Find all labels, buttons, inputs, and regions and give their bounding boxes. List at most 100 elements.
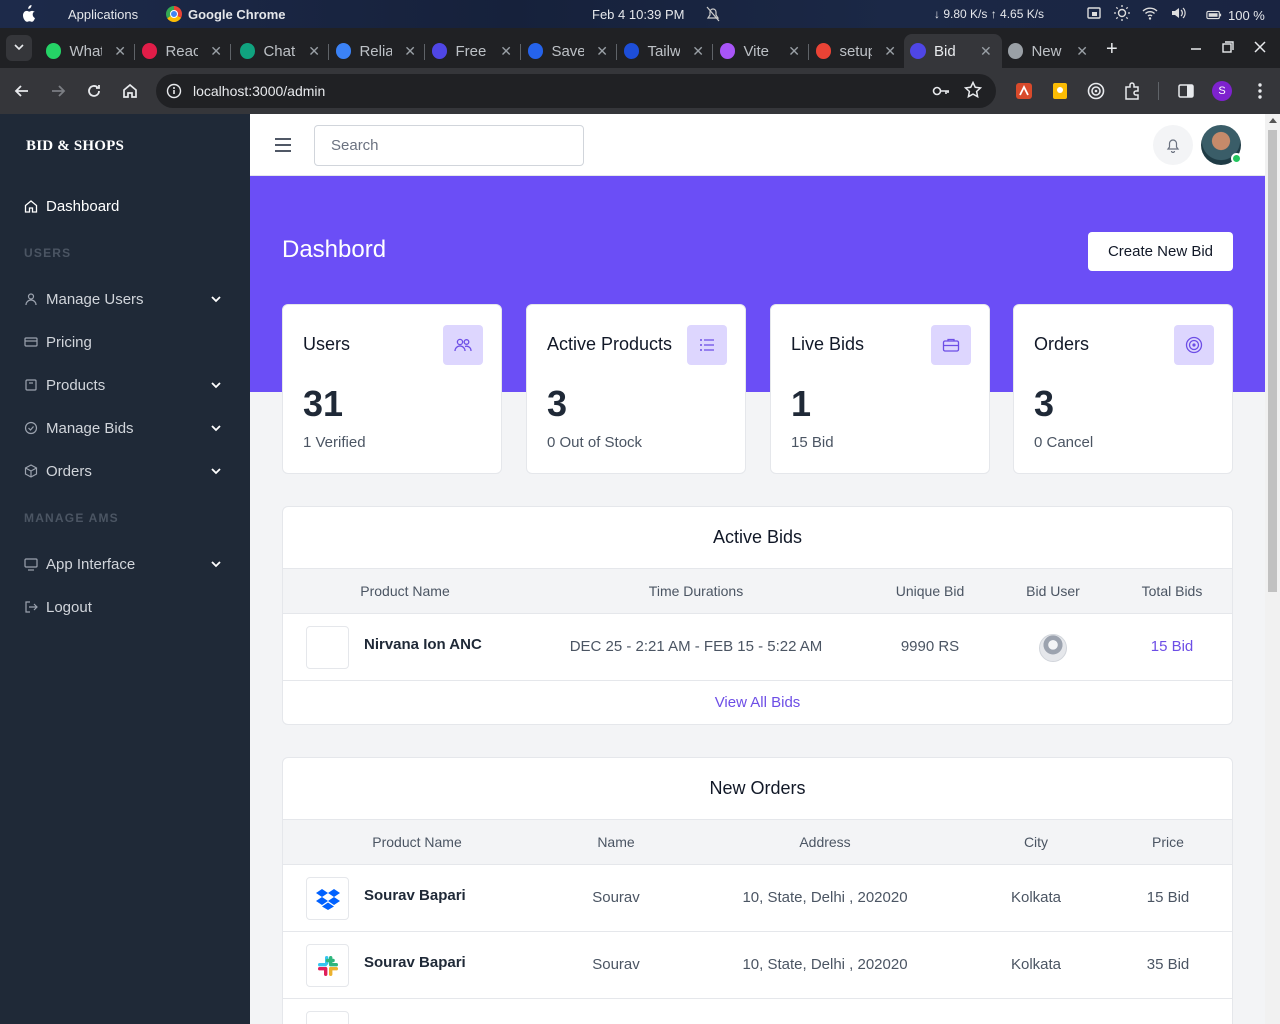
column-header[interactable]: Total Bids bbox=[1142, 583, 1203, 599]
stat-card-active-products[interactable]: Active Products 3 0 Out of Stock bbox=[526, 304, 746, 474]
new-orders-panel: New Orders Product Name Name Address Cit… bbox=[282, 757, 1233, 1024]
home-icon[interactable] bbox=[120, 81, 140, 101]
sidebar-item-products[interactable]: Products bbox=[24, 370, 226, 400]
browser-tab[interactable]: Free ✕ bbox=[432, 34, 512, 68]
browser-tab[interactable]: Bid ✕ bbox=[904, 34, 1002, 68]
browser-tab[interactable]: Vite ✕ bbox=[720, 34, 800, 68]
sidebar-item-manage-bids[interactable]: Manage Bids bbox=[24, 413, 226, 443]
tab-close-icon[interactable]: ✕ bbox=[308, 43, 320, 60]
reload-icon[interactable] bbox=[84, 81, 104, 101]
sidebar-item-pricing[interactable]: Pricing bbox=[24, 327, 226, 357]
tab-close-icon[interactable]: ✕ bbox=[980, 43, 992, 60]
create-new-bid-button[interactable]: Create New Bid bbox=[1088, 232, 1233, 271]
sidebar-item-manage-users[interactable]: Manage Users bbox=[24, 284, 226, 314]
puzzle-extensions-icon[interactable] bbox=[1122, 81, 1142, 101]
column-header[interactable]: Address bbox=[799, 834, 850, 850]
sidebar-item-app-interface[interactable]: App Interface bbox=[24, 549, 226, 579]
password-key-icon[interactable] bbox=[932, 83, 950, 99]
tab-close-icon[interactable]: ✕ bbox=[210, 43, 222, 60]
browser-tab[interactable]: Reliable ✕ bbox=[336, 34, 416, 68]
stat-card-live-bids[interactable]: Live Bids 1 15 Bid bbox=[770, 304, 990, 474]
chevron-down-icon bbox=[211, 468, 221, 475]
minimize-button[interactable] bbox=[1190, 38, 1202, 54]
sidebar-item-dashboard[interactable]: Dashboard bbox=[24, 191, 226, 221]
column-header[interactable]: Price bbox=[1152, 834, 1184, 850]
column-header[interactable]: Name bbox=[597, 834, 634, 850]
extension-icon[interactable] bbox=[1014, 81, 1034, 101]
battery-status[interactable]: 100 % bbox=[1206, 7, 1265, 23]
online-status-dot bbox=[1231, 153, 1242, 164]
target-extension-icon[interactable] bbox=[1086, 81, 1106, 101]
table-row[interactable]: Sourav Bapari Sourav 10, State, Delhi , … bbox=[283, 865, 1232, 932]
cast-icon[interactable] bbox=[1086, 5, 1102, 21]
product-name[interactable]: Sourav Bapari bbox=[364, 887, 466, 904]
table-row[interactable]: Nirvana Ion ANC DEC 25 - 2:21 AM - FEB 1… bbox=[283, 614, 1232, 681]
back-arrow-icon[interactable] bbox=[12, 81, 32, 101]
browser-tab[interactable]: Tailwind ✕ bbox=[624, 34, 704, 68]
sidebar-item-orders[interactable]: Orders bbox=[24, 456, 226, 486]
bid-user-avatar[interactable] bbox=[1039, 634, 1067, 662]
table-row[interactable] bbox=[283, 999, 1232, 1024]
product-name[interactable]: Sourav Bapari bbox=[364, 954, 466, 971]
side-panel-icon[interactable] bbox=[1176, 81, 1196, 101]
clock[interactable]: Feb 4 10:39 PM bbox=[592, 7, 685, 22]
user-avatar[interactable] bbox=[1201, 125, 1242, 165]
active-app-name[interactable]: Google Chrome bbox=[166, 6, 286, 22]
column-header[interactable]: Product Name bbox=[372, 834, 461, 850]
notification-off-icon[interactable] bbox=[706, 6, 720, 22]
column-header[interactable]: City bbox=[1024, 834, 1048, 850]
kebab-menu-icon[interactable] bbox=[1250, 81, 1270, 101]
url-text[interactable]: localhost:3000/admin bbox=[193, 83, 325, 99]
tab-close-icon[interactable]: ✕ bbox=[1076, 43, 1088, 60]
tab-close-icon[interactable]: ✕ bbox=[404, 43, 416, 60]
table-row[interactable]: Sourav Bapari Sourav 10, State, Delhi , … bbox=[283, 932, 1232, 999]
maximize-button[interactable] bbox=[1222, 40, 1234, 56]
brand-logo[interactable]: BID & SHOPS bbox=[26, 138, 124, 155]
bookmark-star-icon[interactable] bbox=[964, 81, 982, 99]
view-all-bids-link[interactable]: View All Bids bbox=[283, 694, 1232, 711]
profile-avatar[interactable]: S bbox=[1212, 81, 1232, 101]
scroll-up-arrow-icon[interactable] bbox=[1269, 118, 1277, 123]
new-tab-button[interactable]: + bbox=[1106, 38, 1118, 61]
stat-card-orders[interactable]: Orders 3 0 Cancel bbox=[1013, 304, 1233, 474]
column-header[interactable]: Bid User bbox=[1026, 583, 1080, 599]
search-input[interactable] bbox=[314, 125, 584, 166]
browser-tab[interactable]: React ✕ bbox=[142, 34, 222, 68]
column-header[interactable]: Unique Bid bbox=[896, 583, 965, 599]
column-header[interactable]: Time Durations bbox=[649, 583, 743, 599]
tab-close-icon[interactable]: ✕ bbox=[788, 43, 800, 60]
browser-tab[interactable]: WhatsApp ✕ bbox=[46, 34, 126, 68]
stat-card-subtext: 0 Cancel bbox=[1034, 434, 1094, 451]
tab-close-icon[interactable]: ✕ bbox=[114, 43, 126, 60]
brightness-icon[interactable] bbox=[1114, 5, 1130, 21]
tab-search-button[interactable] bbox=[6, 35, 32, 61]
tab-close-icon[interactable]: ✕ bbox=[596, 43, 608, 60]
system-tray bbox=[1086, 5, 1186, 21]
address-bar[interactable]: localhost:3000/admin bbox=[156, 74, 996, 108]
forward-arrow-icon[interactable] bbox=[48, 81, 68, 101]
scrollbar-thumb[interactable] bbox=[1268, 130, 1277, 592]
stat-card-users[interactable]: Users 31 1 Verified bbox=[282, 304, 502, 474]
browser-tab[interactable]: setup ✕ bbox=[816, 34, 896, 68]
hamburger-menu-icon[interactable] bbox=[274, 137, 292, 153]
notifications-button[interactable] bbox=[1153, 125, 1193, 165]
tab-favicon-icon bbox=[720, 43, 736, 59]
tab-close-icon[interactable]: ✕ bbox=[500, 43, 512, 60]
column-header[interactable]: Product Name bbox=[360, 583, 449, 599]
apple-icon[interactable] bbox=[20, 5, 36, 23]
tab-close-icon[interactable]: ✕ bbox=[884, 43, 896, 60]
minimize-icon bbox=[1191, 48, 1201, 50]
volume-icon[interactable] bbox=[1170, 5, 1186, 21]
product-name[interactable]: Nirvana Ion ANC bbox=[364, 636, 482, 653]
close-window-button[interactable] bbox=[1254, 40, 1266, 56]
browser-tab[interactable]: ChatGPT ✕ bbox=[240, 34, 320, 68]
browser-tab[interactable]: Save ✕ bbox=[528, 34, 608, 68]
wifi-icon[interactable] bbox=[1142, 5, 1158, 21]
sidebar-item-logout[interactable]: Logout bbox=[24, 592, 226, 622]
site-info-icon[interactable] bbox=[166, 83, 182, 99]
applications-menu[interactable]: Applications bbox=[68, 7, 138, 22]
browser-tab[interactable]: New ✕ bbox=[1008, 34, 1088, 68]
keep-notes-icon[interactable] bbox=[1050, 81, 1070, 101]
tab-close-icon[interactable]: ✕ bbox=[692, 43, 704, 60]
total-bids[interactable]: 15 Bid bbox=[1151, 638, 1194, 655]
